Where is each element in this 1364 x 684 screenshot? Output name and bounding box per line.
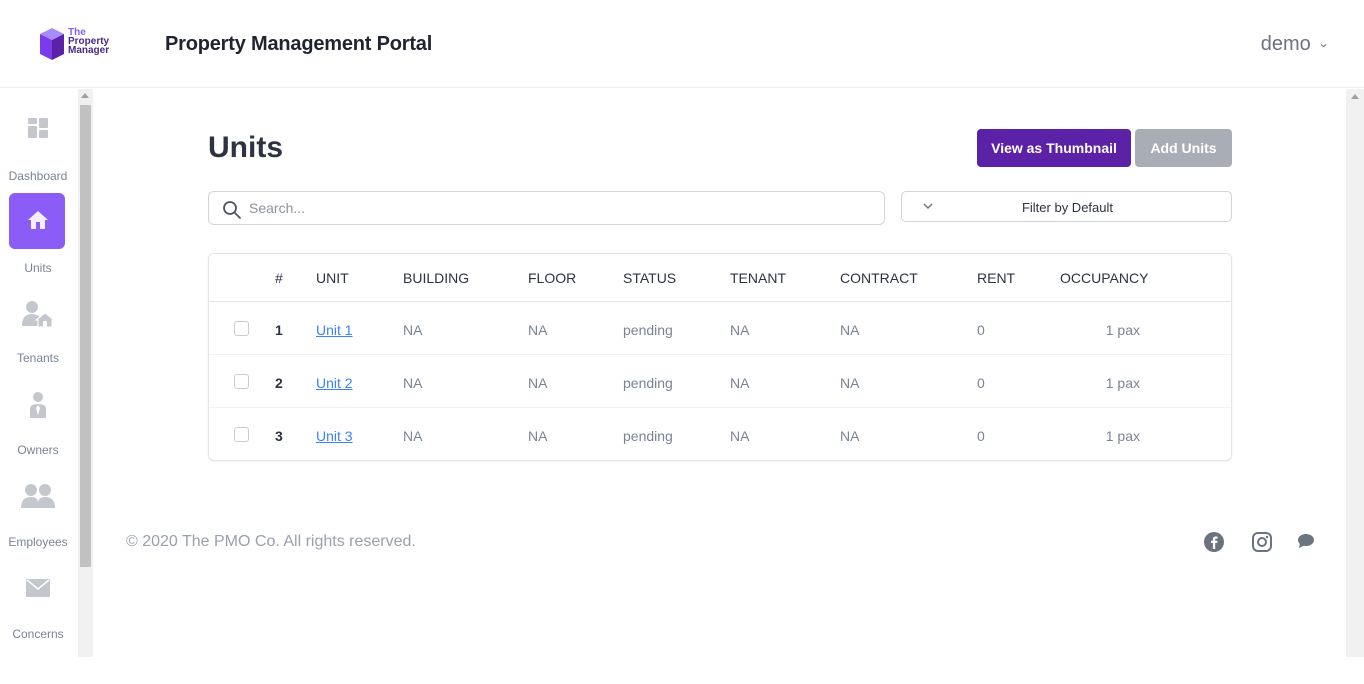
row-number: 3: [275, 428, 283, 444]
contract-cell: NA: [840, 322, 860, 338]
status-cell: pending: [623, 428, 673, 444]
page-scroll-up-arrow-icon[interactable]: [1351, 94, 1359, 99]
contract-cell: NA: [840, 375, 860, 391]
unit-link[interactable]: Unit 3: [316, 428, 353, 444]
sidebar-label-owners: Owners: [17, 443, 59, 457]
sidebar-label-units: Units: [24, 261, 52, 275]
sidebar-label-concerns: Concerns: [12, 627, 64, 641]
unit-link[interactable]: Unit 2: [316, 375, 353, 391]
occupancy-cell: 1 pax: [1105, 375, 1140, 391]
column-header-tenant: TENANT: [730, 270, 786, 286]
logo-text: The Property Manager: [68, 28, 110, 56]
rent-cell: 0: [977, 322, 985, 338]
unit-link[interactable]: Unit 1: [316, 322, 353, 338]
sidebar-item-units[interactable]: Units: [0, 209, 76, 275]
tenant-icon: [22, 301, 55, 328]
filter-dropdown[interactable]: Filter by Default: [901, 191, 1232, 222]
page-scrollbar[interactable]: [1346, 89, 1364, 657]
column-header-status: STATUS: [623, 270, 677, 286]
row-checkbox[interactable]: [234, 427, 249, 442]
scroll-up-arrow-icon[interactable]: [81, 93, 89, 98]
contract-cell: NA: [840, 428, 860, 444]
table-row: 3 Unit 3 NA NA pending NA NA 0 1 pax: [209, 408, 1231, 461]
page-title: Units: [208, 131, 283, 164]
portal-title: Property Management Portal: [165, 33, 433, 55]
row-checkbox[interactable]: [234, 374, 249, 389]
column-header-occupancy: OCCUPANCY: [1060, 270, 1149, 286]
status-cell: pending: [623, 322, 673, 338]
filter-label: Filter by Default: [1021, 200, 1114, 215]
column-header-building: BUILDING: [403, 270, 470, 286]
tenant-cell: NA: [730, 375, 750, 391]
units-table: # UNIT BUILDING FLOOR STATUS TENANT CONT…: [208, 253, 1232, 461]
facebook-icon[interactable]: [1203, 531, 1225, 553]
logo-line-3: Manager: [68, 45, 110, 56]
column-header-floor: FLOOR: [528, 270, 577, 286]
status-cell: pending: [623, 375, 673, 391]
occupancy-cell: 1 pax: [1105, 322, 1140, 338]
chevron-down-icon: ⌄: [1317, 38, 1330, 50]
top-header: The Property Manager Property Management…: [0, 0, 1364, 88]
tenant-cell: NA: [730, 322, 750, 338]
table-row: 2 Unit 2 NA NA pending NA NA 0 1 pax: [209, 355, 1231, 408]
rent-cell: 0: [977, 428, 985, 444]
app-logo[interactable]: The Property Manager: [38, 26, 118, 62]
sidebar-label-employees: Employees: [8, 535, 68, 549]
search-icon: [223, 201, 241, 219]
user-name: demo: [1260, 33, 1311, 55]
floor-cell: NA: [528, 322, 548, 338]
table-header: # UNIT BUILDING FLOOR STATUS TENANT CONT…: [209, 254, 1231, 302]
sidebar-item-owners[interactable]: Owners: [0, 391, 76, 457]
tenant-cell: NA: [730, 428, 750, 444]
sidebar-label-tenants: Tenants: [16, 351, 60, 365]
logo-cube-icon: [40, 28, 64, 60]
floor-cell: NA: [528, 428, 548, 444]
search-input[interactable]: [249, 198, 869, 218]
employees-icon: [21, 484, 55, 508]
sidebar-item-tenants[interactable]: Tenants: [0, 299, 76, 365]
sidebar-item-employees[interactable]: Employees: [0, 483, 76, 549]
column-header-unit: UNIT: [316, 270, 349, 286]
instagram-icon[interactable]: [1251, 531, 1273, 553]
rent-cell: 0: [977, 375, 985, 391]
dashboard-icon: [28, 118, 48, 138]
home-icon: [28, 211, 48, 229]
user-menu[interactable]: demo ⌄: [1260, 33, 1330, 56]
column-header-number: #: [275, 270, 283, 286]
occupancy-cell: 1 pax: [1105, 428, 1140, 444]
row-number: 1: [275, 322, 283, 338]
view-as-thumbnail-button[interactable]: View as Thumbnail: [977, 129, 1131, 167]
sidebar-item-dashboard[interactable]: Dashboard: [0, 117, 76, 183]
sidebar-item-concerns[interactable]: Concerns: [0, 579, 76, 641]
sidebar-label-dashboard: Dashboard: [8, 169, 68, 183]
owner-icon: [30, 392, 46, 418]
chat-icon[interactable]: [1297, 533, 1315, 549]
building-cell: NA: [403, 322, 423, 338]
search-field: [208, 191, 885, 225]
copyright-text: © 2020 The PMO Co. All rights reserved.: [126, 533, 416, 550]
building-cell: NA: [403, 375, 423, 391]
building-cell: NA: [403, 428, 423, 444]
table-row: 1 Unit 1 NA NA pending NA NA 0 1 pax: [209, 302, 1231, 355]
column-header-contract: CONTRACT: [840, 270, 918, 286]
row-number: 2: [275, 375, 283, 391]
row-checkbox[interactable]: [234, 321, 249, 336]
sidebar: Dashboard Units Tenants Owners Employees…: [0, 89, 78, 657]
mail-icon: [26, 579, 50, 597]
column-header-rent: RENT: [977, 270, 1016, 286]
floor-cell: NA: [528, 375, 548, 391]
sidebar-scroll-thumb[interactable]: [80, 105, 91, 567]
add-units-button[interactable]: Add Units: [1135, 129, 1232, 167]
